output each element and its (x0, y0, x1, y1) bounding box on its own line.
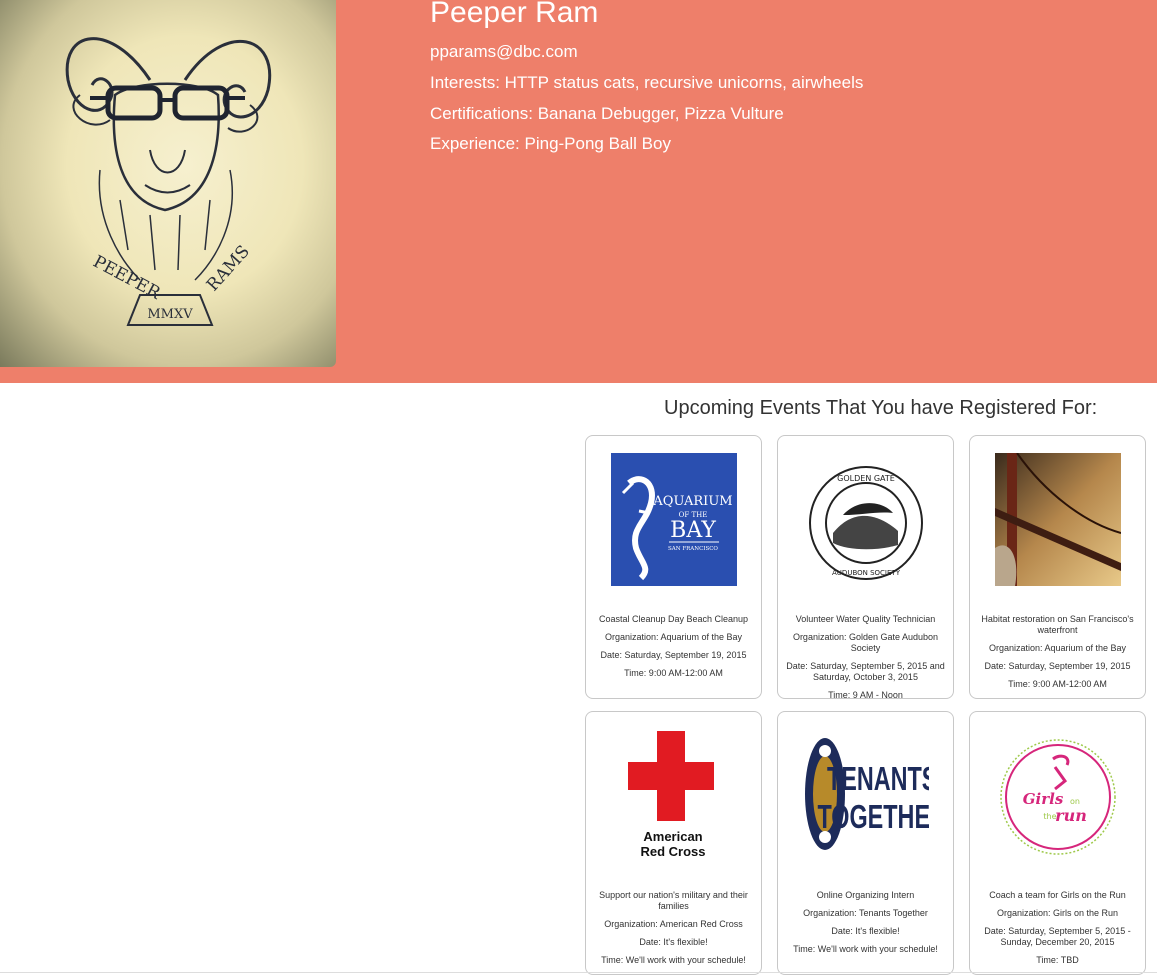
profile-certifications: Certifications: Banana Debugger, Pizza V… (430, 104, 784, 123)
event-organization: Organization: Aquarium of the Bay (604, 632, 743, 642)
tenants-logo-line1: TENANTS (827, 761, 929, 798)
girls-logo-run: run (1055, 806, 1087, 825)
event-organization: Organization: Aquarium of the Bay (988, 643, 1127, 653)
events-section-title: Upcoming Events That You have Registered… (664, 397, 1098, 419)
avatar-left-text: PEEPER (90, 252, 165, 304)
event-time: Time: 9:00 AM-12:00 AM (1008, 679, 1107, 689)
avatar-right-text: RAMS (203, 242, 254, 296)
profile-avatar: MMXV PEEPER RAMS (0, 0, 336, 367)
event-title: Habitat restoration on San Francisco's w… (981, 614, 1134, 635)
profile-experience: Experience: Ping-Pong Ball Boy (430, 134, 671, 153)
girls-logo-on: on (1070, 797, 1080, 806)
event-title: Online Organizing Intern (816, 890, 915, 900)
american-red-cross-logo: American Red Cross (611, 729, 737, 862)
audubon-logo-bottom: AUDUBON SOCIETY (832, 569, 901, 577)
redcross-logo-line2: Red Cross (640, 844, 705, 859)
avatar-year-text: MMXV (147, 307, 193, 322)
event-time: Time: We'll work with your schedule! (793, 944, 938, 954)
event-card[interactable]: AQUARIUM OF THE BAY SAN FRANCISCO Coasta… (585, 435, 762, 699)
event-title: Volunteer Water Quality Technician (795, 614, 936, 624)
profile-email: pparams@dbc.com (430, 42, 578, 61)
aquarium-logo-sf: SAN FRANCISCO (668, 546, 718, 552)
event-date: Date: Saturday, September 19, 2015 (984, 661, 1131, 671)
event-card[interactable]: TENANTS TOGETHER Online Organizing Inter… (777, 711, 954, 975)
profile-interests: Interests: HTTP status cats, recursive u… (430, 73, 864, 92)
aquarium-of-the-bay-logo: AQUARIUM OF THE BAY SAN FRANCISCO (611, 453, 737, 586)
tenants-logo-line2: TOGETHER (817, 799, 929, 836)
event-card[interactable]: American Red Cross Support our nation's … (585, 711, 762, 975)
event-card[interactable]: GOLDEN GATE AUDUBON SOCIETY Volunteer Wa… (777, 435, 954, 699)
golden-gate-bridge-photo (995, 452, 1122, 586)
event-title: Coach a team for Girls on the Run (989, 890, 1126, 900)
event-title: Coastal Cleanup Day Beach Cleanup (598, 614, 749, 624)
audubon-logo-top: GOLDEN GATE (837, 474, 895, 483)
event-date: Date: Saturday, September 5, 2015 - Sund… (984, 926, 1131, 947)
event-organization: Organization: American Red Cross (604, 919, 743, 929)
tenants-together-logo: TENANTS TOGETHER (803, 729, 947, 862)
event-time: Time: TBD (1036, 955, 1079, 965)
profile-info: Peeper Ram pparams@dbc.com Interests: HT… (430, 0, 863, 153)
event-time: Time: We'll work with your schedule! (601, 955, 746, 965)
event-date: Date: Saturday, September 5, 2015 and Sa… (786, 661, 945, 682)
event-date: Date: It's flexible! (639, 937, 708, 947)
event-time: Time: 9:00 AM-12:00 AM (624, 668, 723, 678)
profile-name: Peeper Ram (430, 0, 599, 29)
event-date: Date: It's flexible! (831, 926, 900, 936)
redcross-logo-line1: American (643, 829, 702, 844)
profile-header: MMXV PEEPER RAMS Peeper Ram pparams@dbc.… (0, 0, 1157, 383)
ram-drawing: MMXV PEEPER RAMS (65, 37, 272, 326)
aquarium-logo-bay: BAY (670, 518, 716, 543)
page-divider (0, 972, 1157, 973)
event-organization: Organization: Girls on the Run (996, 908, 1119, 918)
girls-on-the-run-logo: Girls on the run (995, 729, 1121, 862)
event-time: Time: 9 AM - Noon (828, 690, 903, 699)
event-organization: Organization: Golden Gate Audubon Societ… (792, 632, 939, 653)
aquarium-logo-text: AQUARIUM (652, 494, 732, 509)
event-card[interactable]: Girls on the run Coach a team for Girls … (969, 711, 1146, 975)
event-date: Date: Saturday, September 19, 2015 (600, 650, 747, 660)
event-title: Support our nation's military and their … (599, 890, 748, 911)
event-organization: Organization: Tenants Together (803, 908, 928, 918)
golden-gate-audubon-logo: GOLDEN GATE AUDUBON SOCIETY (803, 453, 929, 586)
event-card[interactable]: Habitat restoration on San Francisco's w… (969, 435, 1146, 699)
